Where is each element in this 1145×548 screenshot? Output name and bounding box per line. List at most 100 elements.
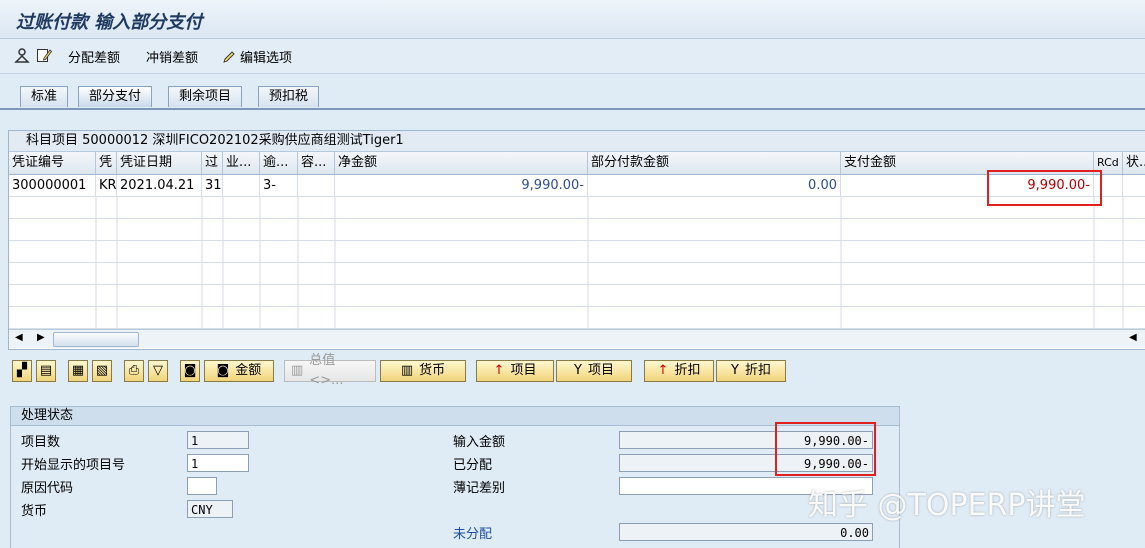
window-title: 过账付款 输入部分支付: [16, 12, 203, 33]
table-row[interactable]: 300000001 KR 2021.04.21 31 3- 9,990.00- …: [9, 175, 1145, 197]
cell-doc-date: 2021.04.21: [117, 175, 202, 196]
reason-code-field[interactable]: [187, 477, 217, 495]
find-button[interactable]: ◙: [180, 360, 200, 382]
col-doc-type[interactable]: 凭: [96, 152, 117, 174]
item-count-field: 1: [187, 431, 249, 449]
tab-standard[interactable]: 标准: [20, 86, 69, 107]
entered-amount-label: 输入金额: [453, 435, 506, 450]
col-partial-amount[interactable]: 部分付款金额: [588, 152, 841, 174]
cell-doc-no: 300000001: [9, 175, 96, 196]
total-label: 总值<>...: [309, 353, 344, 388]
items2-label: 项目: [587, 363, 614, 378]
highlight-box-payment: [987, 170, 1102, 206]
cell-posting-key: 31: [202, 175, 223, 196]
binoculars-next-icon: ◙: [216, 363, 230, 378]
edit-doc-icon: [37, 49, 52, 62]
col-posting-key[interactable]: 过: [202, 152, 223, 174]
select-all-icon: ▞: [17, 363, 27, 378]
scroll-thumb[interactable]: [53, 332, 139, 347]
sort-desc-icon: Y: [574, 363, 582, 378]
title-bar: 过账付款 输入部分支付: [0, 0, 1145, 39]
binoculars-icon: ◙: [183, 363, 197, 378]
activate-items-button[interactable]: ▦: [68, 360, 88, 382]
difference-label: 薄记差别: [453, 481, 506, 496]
unassigned-field: 0.00: [619, 523, 873, 541]
item-count-label: 项目数: [21, 435, 61, 450]
col-net-amount[interactable]: 净金额: [335, 152, 588, 174]
currency-field: CNY: [187, 500, 233, 518]
amount-label: 金额: [235, 363, 262, 378]
filter-icon: ▽: [153, 363, 163, 378]
app-toolbar: 分配差额 冲销差额 编辑选项: [0, 39, 1145, 74]
discount2-label: 折扣: [744, 363, 771, 378]
col-status[interactable]: 状...: [1123, 152, 1145, 174]
deselect-icon: ▤: [39, 363, 53, 378]
processing-status-header: 处理状态: [11, 407, 899, 426]
amount-button[interactable]: ◙ 金额: [204, 360, 274, 382]
deselect-button[interactable]: ▤: [36, 360, 56, 382]
deactivate-items-button[interactable]: ▧: [92, 360, 112, 382]
person-icon: [14, 48, 30, 63]
deactivate-items-icon: ▧: [95, 363, 109, 378]
table-button-bar: ▞ ▤ ▦ ▧ ⎙ ▽ ◙ ◙ 金额 ▥ 总值<>... ▥ 货币 ↑ 项目 Y 项目 ↑…: [8, 353, 1145, 388]
tab-withholding-tax[interactable]: 预扣税: [258, 86, 320, 107]
sort-asc-icon: ↑: [493, 363, 505, 378]
grid-lines: [95, 197, 1124, 329]
col-business[interactable]: 业...: [223, 152, 260, 174]
writeoff-difference-button[interactable]: 冲销差额: [146, 47, 198, 66]
items-sort-asc-button[interactable]: ↑ 项目: [476, 360, 554, 382]
print-icon: ⎙: [128, 363, 140, 378]
start-item-field[interactable]: 1: [187, 454, 249, 472]
currency-icon: ▥: [400, 363, 414, 378]
tab-strip: 标准 部分支付 剩余项目 预扣税: [0, 86, 1145, 110]
scroll-left-icon[interactable]: ◀: [15, 332, 23, 343]
discount-desc-icon: Y: [731, 363, 739, 378]
discount-sort-desc-button[interactable]: Y 折扣: [716, 360, 786, 382]
watermark: 知乎 @TOPERP讲堂: [808, 488, 1086, 523]
tab-partial-payment[interactable]: 部分支付: [78, 86, 153, 107]
scroll-right-icon[interactable]: ▶: [37, 332, 45, 343]
account-header-text: 科目项目 50000012 深圳FICO202102采购供应商组测试Tiger1: [26, 133, 404, 148]
processing-status-group: 处理状态 项目数 1 开始显示的项目号 1 原因代码 货币 CNY 输入金额 9…: [10, 406, 900, 548]
cell-net-amount: 9,990.00-: [335, 175, 588, 196]
currency-label: 货币: [419, 363, 446, 378]
col-tolerance[interactable]: 容...: [298, 152, 335, 174]
distribute-difference-button[interactable]: 分配差额: [68, 47, 120, 66]
cell-partial-amount[interactable]: 0.00: [588, 175, 841, 196]
cell-doc-type: KR: [96, 175, 117, 196]
currency-label: 货币: [21, 504, 48, 519]
cell-status: [1123, 175, 1145, 196]
cell-tolerance: [298, 175, 335, 196]
col-doc-no[interactable]: 凭证编号: [9, 152, 96, 174]
activate-items-icon: ▦: [71, 363, 85, 378]
reason-code-label: 原因代码: [21, 481, 74, 496]
column-headers: 凭证编号 凭 凭证日期 过 业... 逾... 容... 净金额 部分付款金额 …: [9, 152, 1145, 175]
print-button[interactable]: ⎙: [124, 360, 144, 382]
cell-business: [223, 175, 260, 196]
cell-overdue: 3-: [260, 175, 298, 196]
col-overdue[interactable]: 逾...: [260, 152, 298, 174]
filter-button[interactable]: ▽: [148, 360, 168, 382]
discount1-label: 折扣: [674, 363, 701, 378]
unassigned-label: 未分配: [453, 527, 493, 542]
currency-button[interactable]: ▥ 货币: [380, 360, 466, 382]
discount-sort-asc-button[interactable]: ↑ 折扣: [644, 360, 714, 382]
sum-icon: ▥: [291, 363, 304, 378]
tab-residual-items[interactable]: 剩余项目: [168, 86, 243, 107]
assigned-label: 已分配: [453, 458, 493, 473]
total-button: ▥ 总值<>...: [284, 353, 376, 388]
items-sort-desc-button[interactable]: Y 项目: [556, 360, 632, 382]
edit-doc-icon-button[interactable]: [36, 47, 52, 63]
scroll-left-end-icon[interactable]: ◀: [1129, 332, 1137, 343]
highlight-box-amounts: [775, 422, 876, 476]
select-all-button[interactable]: ▞: [12, 360, 32, 382]
pencil-icon: [223, 50, 235, 63]
edit-options-label: 编辑选项: [240, 51, 293, 66]
col-doc-date[interactable]: 凭证日期: [117, 152, 202, 174]
person-icon-button[interactable]: [14, 47, 30, 63]
discount-asc-icon: ↑: [657, 363, 669, 378]
horizontal-scrollbar[interactable]: ◀ ▶ ◀: [9, 329, 1145, 348]
processing-status-title: 处理状态: [21, 408, 74, 423]
items-panel: 科目项目 50000012 深圳FICO202102采购供应商组测试Tiger1…: [8, 130, 1145, 350]
edit-options-button[interactable]: 编辑选项: [222, 47, 292, 66]
